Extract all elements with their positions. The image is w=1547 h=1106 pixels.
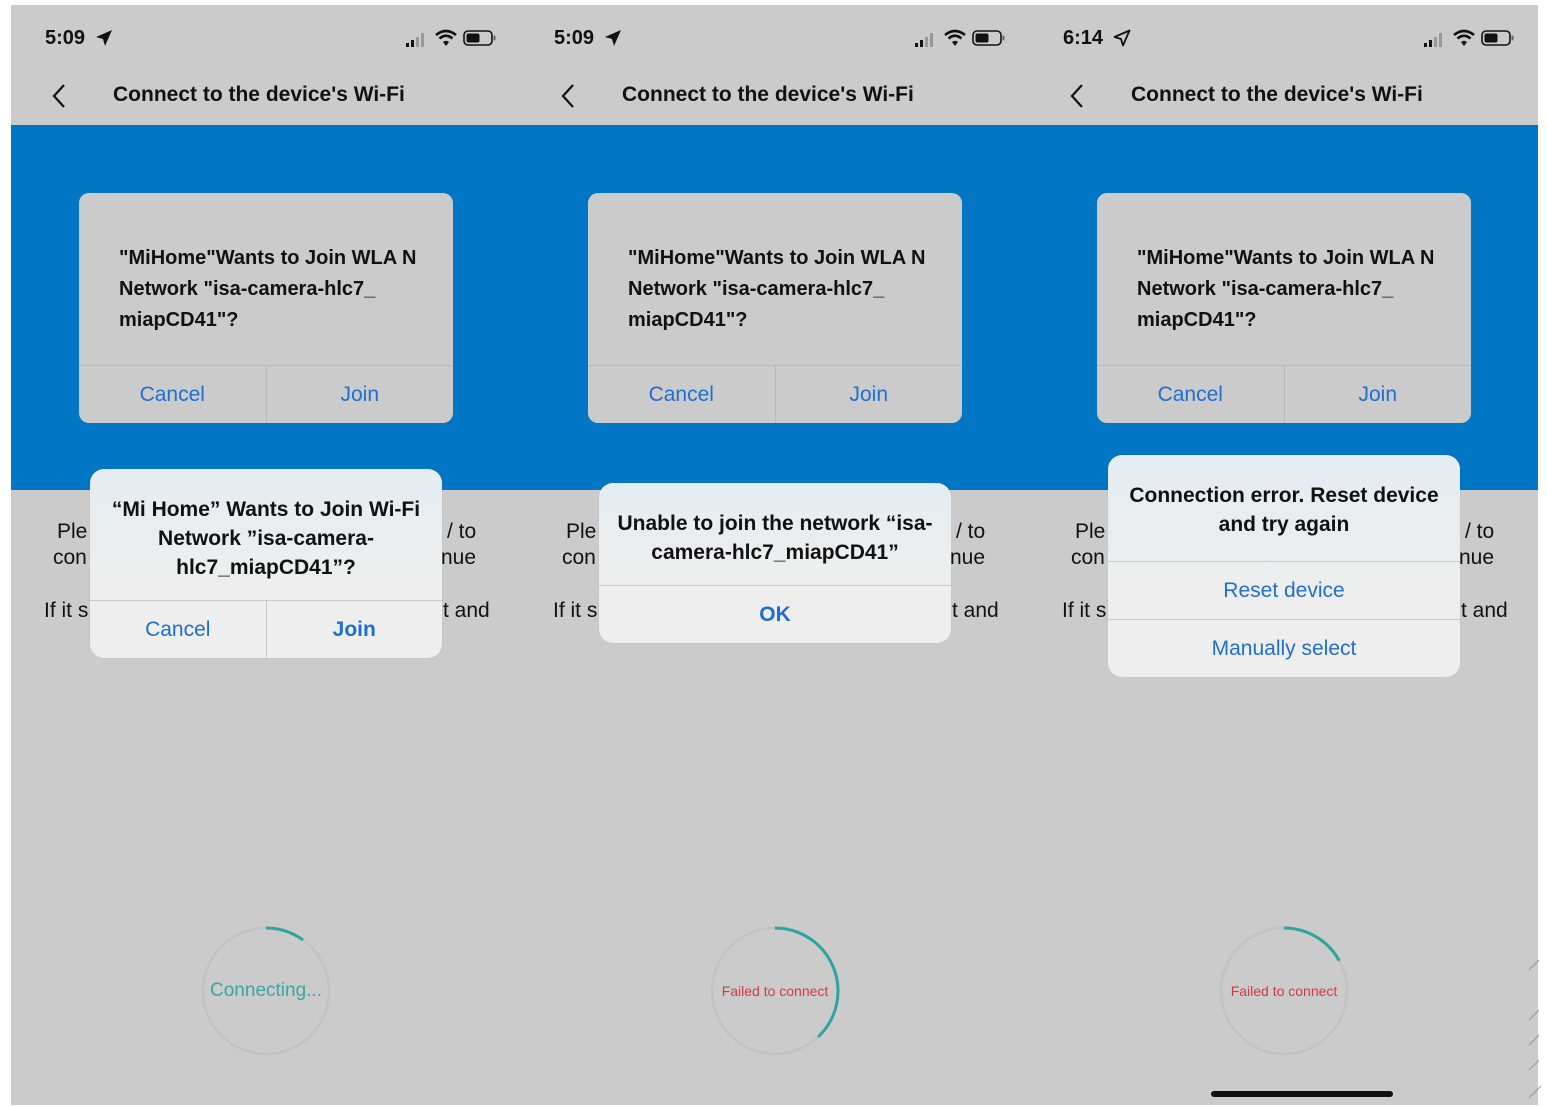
illustration-message: "MiHome"Wants to Join WLA N Network "isa…	[1137, 247, 1435, 331]
instruction-text-fragment: If it s	[44, 599, 89, 622]
battery-icon	[972, 30, 1005, 46]
screenshot-collage: 5:09 Connect to the device's Wi-Fi "MiHo…	[11, 5, 1538, 1105]
wifi-icon	[944, 29, 966, 46]
battery-icon	[463, 30, 496, 46]
illustration-join-label: Join	[774, 366, 963, 423]
reset-device-button[interactable]: Reset device	[1108, 562, 1460, 619]
instruction-text-fragment: nue	[950, 546, 986, 569]
instruction-text-fragment: If it s	[553, 599, 598, 622]
phone-screen-3: 6:14 Connect to the device's Wi-Fi "MiHo…	[1029, 5, 1538, 1105]
home-indicator[interactable]	[1211, 1091, 1393, 1097]
instruction-text-fragment: nue	[1459, 546, 1495, 569]
connection-error-alert: Connection error. Reset device and try a…	[1108, 455, 1460, 677]
illustration-cancel-label: Cancel	[139, 383, 205, 406]
instruction-text-fragment: nue	[441, 546, 477, 569]
manually-select-button[interactable]: Manually select	[1108, 620, 1460, 677]
alert-button-row: Cancel Join	[90, 600, 442, 658]
alert-title: Unable to join the network “isa-camera-h…	[617, 512, 933, 564]
battery-icon	[1481, 30, 1514, 46]
wifi-icon	[435, 29, 457, 46]
cellular-signal-icon	[915, 33, 933, 47]
location-arrow-outline-icon	[1113, 29, 1131, 47]
wifi-icon	[1453, 29, 1475, 46]
illustration-buttons: Cancel Join	[588, 365, 962, 423]
instruction-text-fragment: / to	[447, 520, 477, 543]
instruction-text-fragment: con	[53, 546, 87, 569]
alert-button-row: OK	[599, 585, 951, 643]
illustration-join-dialog: "MiHome"Wants to Join WLA N Network "isa…	[588, 193, 962, 423]
illustration-join-dialog: "MiHome"Wants to Join WLA N Network "isa…	[79, 193, 453, 423]
instruction-text-fragment: t and	[1461, 599, 1508, 622]
location-arrow-filled-icon	[96, 30, 112, 46]
illustration-message: "MiHome"Wants to Join WLA N Network "isa…	[628, 247, 926, 331]
instruction-text-fragment: If it s	[1062, 599, 1107, 622]
alert-title: Connection error. Reset device and try a…	[1129, 484, 1439, 536]
join-button[interactable]: Join	[265, 601, 443, 658]
join-failed-alert: Unable to join the network “isa-camera-h…	[599, 483, 951, 643]
alert-button-row: Manually select	[1108, 619, 1460, 677]
instruction-text-fragment: con	[562, 546, 596, 569]
illustration-join-dialog: "MiHome"Wants to Join WLA N Network "isa…	[1097, 193, 1471, 423]
instruction-text-fragment: t and	[443, 599, 490, 622]
location-arrow-filled-icon	[605, 30, 621, 46]
illustration-cancel-label: Cancel	[1157, 383, 1223, 406]
instruction-text-fragment: Ple	[57, 520, 88, 543]
connection-status-label: Failed to connect	[721, 983, 829, 999]
illustration-join-label: Join	[265, 366, 454, 423]
illustration-buttons: Cancel Join	[79, 365, 453, 423]
illustration-buttons: Cancel Join	[1097, 365, 1471, 423]
instruction-text-fragment: / to	[1465, 520, 1495, 543]
illustration-message: "MiHome"Wants to Join WLA N Network "isa…	[119, 247, 417, 331]
back-chevron-icon[interactable]	[1069, 83, 1085, 109]
page-title: Connect to the device's Wi-Fi	[113, 83, 405, 106]
cancel-button[interactable]: Cancel	[90, 601, 266, 658]
ok-button[interactable]: OK	[599, 586, 951, 643]
cellular-signal-icon	[406, 33, 424, 47]
instruction-text-fragment: Ple	[566, 520, 597, 543]
connection-status-label: Connecting...	[210, 980, 322, 1001]
status-time: 5:09	[45, 27, 86, 49]
cellular-signal-icon	[1424, 33, 1442, 47]
join-network-alert: “Mi Home” Wants to Join Wi-Fi Network ”i…	[90, 469, 442, 658]
connection-status-label: Failed to connect	[1230, 983, 1338, 999]
status-time: 5:09	[554, 27, 595, 49]
phone-screen-1: 5:09 Connect to the device's Wi-Fi "MiHo…	[11, 5, 520, 1105]
instruction-text-fragment: con	[1071, 546, 1105, 569]
decorative-edge-marks	[1528, 960, 1542, 1099]
instruction-text-fragment: / to	[956, 520, 986, 543]
alert-title: “Mi Home” Wants to Join Wi-Fi Network ”i…	[111, 498, 421, 579]
page-title: Connect to the device's Wi-Fi	[622, 83, 914, 106]
instruction-text-fragment: Ple	[1075, 520, 1106, 543]
status-time: 6:14	[1063, 27, 1104, 49]
instruction-text-fragment: t and	[952, 599, 999, 622]
illustration-join-label: Join	[1283, 366, 1472, 423]
page-title: Connect to the device's Wi-Fi	[1131, 83, 1423, 106]
back-chevron-icon[interactable]	[51, 83, 67, 109]
illustration-cancel-label: Cancel	[648, 383, 714, 406]
back-chevron-icon[interactable]	[560, 83, 576, 109]
phone-screen-2: 5:09 Connect to the device's Wi-Fi "MiHo…	[520, 5, 1029, 1105]
alert-button-row: Reset device	[1108, 561, 1460, 619]
